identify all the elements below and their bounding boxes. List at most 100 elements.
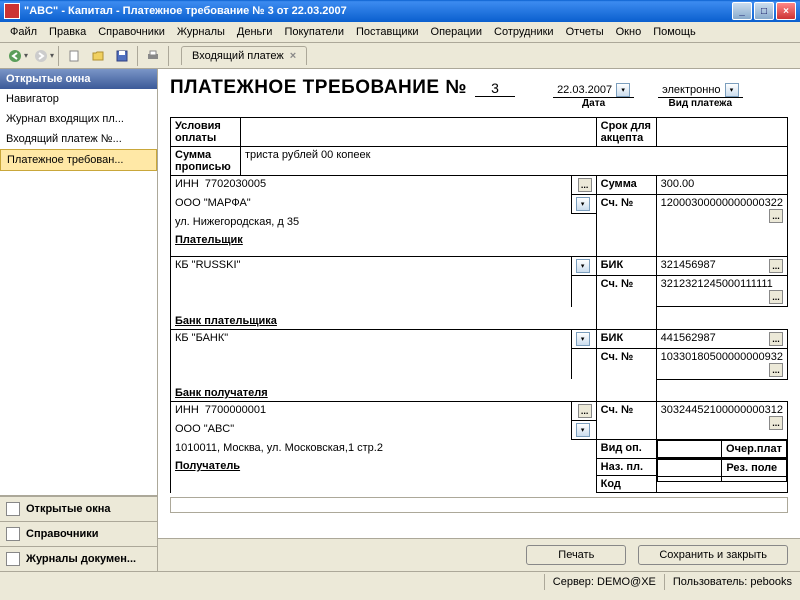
bik2-value: 441562987	[661, 332, 716, 344]
doc-title: ПЛАТЕЖНОЕ ТРЕБОВАНИЕ №	[170, 77, 467, 99]
sidebar-item-incoming[interactable]: Входящий платеж №...	[0, 129, 157, 149]
save-icon	[115, 49, 129, 63]
acc4-lookup[interactable]: ...	[769, 416, 783, 430]
acc3-lookup[interactable]: ...	[769, 363, 783, 377]
ocher-label: Очер.плат	[722, 441, 787, 458]
bik1-value: 321456987	[661, 259, 716, 271]
sidebar-item-payment-demand[interactable]: Платежное требован...	[0, 149, 157, 171]
menu-dict[interactable]: Справочники	[92, 24, 171, 40]
sidebar-btn-journals[interactable]: Журналы докумен...	[0, 546, 157, 571]
date-value: 22.03.2007	[557, 84, 612, 96]
recv-dropdown[interactable]: ▾	[576, 423, 590, 437]
tab-close-icon[interactable]: ×	[290, 50, 296, 62]
menu-suppliers[interactable]: Поставщики	[350, 24, 425, 40]
user-label: Пользователь:	[673, 576, 747, 588]
document-table: Условия оплаты Срок для акцепта Сумма пр…	[170, 117, 788, 493]
sidebar-btn-windows[interactable]: Открытые окна	[0, 496, 157, 521]
menu-help[interactable]: Помощь	[647, 24, 702, 40]
bik2-lookup[interactable]: ...	[769, 332, 783, 346]
payer-section: Плательщик	[175, 228, 592, 246]
inn2-lookup[interactable]: ...	[578, 404, 592, 418]
date-label: Дата	[582, 98, 605, 109]
bank2-dropdown[interactable]: ▾	[576, 332, 590, 346]
nazpl-label: Наз. пл.	[596, 459, 656, 476]
acc1-value: 12000300000000000322	[661, 197, 783, 209]
forward-dropdown[interactable]: ▾	[50, 51, 54, 60]
server-label: Сервер:	[553, 576, 594, 588]
inn2-value: 7700000001	[205, 404, 266, 416]
statusbar: Сервер: DEMO@XE Пользователь: pebooks	[0, 571, 800, 591]
payer-dropdown[interactable]: ▾	[576, 197, 590, 211]
app-icon	[4, 3, 20, 19]
date-dropdown[interactable]: ▾	[616, 83, 630, 97]
tab-label: Входящий платеж	[192, 50, 284, 62]
document-content: ПЛАТЕЖНОЕ ТРЕБОВАНИЕ № 22.03.2007▾ Дата …	[158, 69, 800, 538]
inn1-label: ИНН	[175, 178, 199, 190]
kod-label: Код	[596, 476, 656, 493]
save-button[interactable]	[111, 45, 133, 67]
journal-icon	[6, 552, 20, 566]
maximize-button[interactable]: □	[754, 2, 774, 20]
payer-addr: ул. Нижегородская, д 35	[175, 216, 592, 228]
save-close-button[interactable]: Сохранить и закрыть	[638, 545, 788, 565]
recv-name: ООО "ABC"	[171, 421, 572, 440]
doc-number-input[interactable]	[475, 80, 515, 97]
menu-journals[interactable]: Журналы	[171, 24, 231, 40]
rez-label: Рез. поле	[722, 460, 787, 477]
document-tab[interactable]: Входящий платеж ×	[181, 46, 307, 65]
forward-button[interactable]	[30, 45, 52, 67]
bank2-name: КБ "БАНК"	[171, 329, 572, 379]
close-button[interactable]: ×	[776, 2, 796, 20]
paytype-dropdown[interactable]: ▾	[725, 83, 739, 97]
menu-ops[interactable]: Операции	[425, 24, 488, 40]
menu-buyers[interactable]: Покупатели	[278, 24, 350, 40]
menu-file[interactable]: Файл	[4, 24, 43, 40]
bank1-name: КБ "RUSSKI"	[175, 259, 567, 271]
sum-value[interactable]: 300.00	[656, 176, 787, 195]
purpose-input[interactable]	[170, 497, 788, 513]
menu-staff[interactable]: Сотрудники	[488, 24, 560, 40]
back-dropdown[interactable]: ▾	[24, 51, 28, 60]
print-button-main[interactable]: Печать	[526, 545, 626, 565]
sumwords-label: Сумма прописью	[171, 147, 241, 176]
button-row: Печать Сохранить и закрыть	[158, 538, 800, 571]
dict-icon	[6, 527, 20, 541]
toolbar: ▾ ▾ Входящий платеж ×	[0, 43, 800, 69]
sidebar: Открытые окна Навигатор Журнал входящих …	[0, 69, 158, 571]
acc4-label: Сч. №	[596, 402, 656, 440]
accept-label: Срок для акцепта	[596, 118, 656, 147]
server-value: DEMO@XE	[597, 576, 656, 588]
printer-icon	[146, 49, 160, 63]
bik1-lookup[interactable]: ...	[769, 259, 783, 273]
sidebar-item-navigator[interactable]: Навигатор	[0, 89, 157, 109]
arrow-right-icon	[34, 49, 48, 63]
sidebar-item-journal[interactable]: Журнал входящих пл...	[0, 109, 157, 129]
bik1-label: БИК	[596, 257, 656, 276]
arrow-left-icon	[8, 49, 22, 63]
back-button[interactable]	[4, 45, 26, 67]
new-button[interactable]	[63, 45, 85, 67]
minimize-button[interactable]: _	[732, 2, 752, 20]
sidebar-header: Открытые окна	[0, 69, 157, 89]
menu-reports[interactable]: Отчеты	[560, 24, 610, 40]
menu-edit[interactable]: Правка	[43, 24, 92, 40]
acc1-label: Сч. №	[596, 195, 656, 257]
acc2-lookup[interactable]: ...	[769, 290, 783, 304]
sum-label: Сумма	[596, 176, 656, 195]
vidop-label: Вид оп.	[596, 440, 656, 459]
bank-recv-section: Банк получателя	[175, 381, 592, 399]
acc3-label: Сч. №	[596, 348, 656, 379]
inn1-lookup[interactable]: ...	[578, 178, 592, 192]
bik2-label: БИК	[596, 329, 656, 348]
print-button[interactable]	[142, 45, 164, 67]
menu-window[interactable]: Окно	[610, 24, 648, 40]
user-value: pebooks	[750, 576, 792, 588]
sumwords-value: триста рублей 00 копеек	[241, 147, 788, 176]
acc1-lookup[interactable]: ...	[769, 209, 783, 223]
menu-money[interactable]: Деньги	[231, 24, 279, 40]
acc2-label: Сч. №	[596, 276, 656, 307]
folder-icon	[91, 49, 105, 63]
sidebar-btn-dicts[interactable]: Справочники	[0, 521, 157, 546]
bank1-dropdown[interactable]: ▾	[576, 259, 590, 273]
open-button[interactable]	[87, 45, 109, 67]
